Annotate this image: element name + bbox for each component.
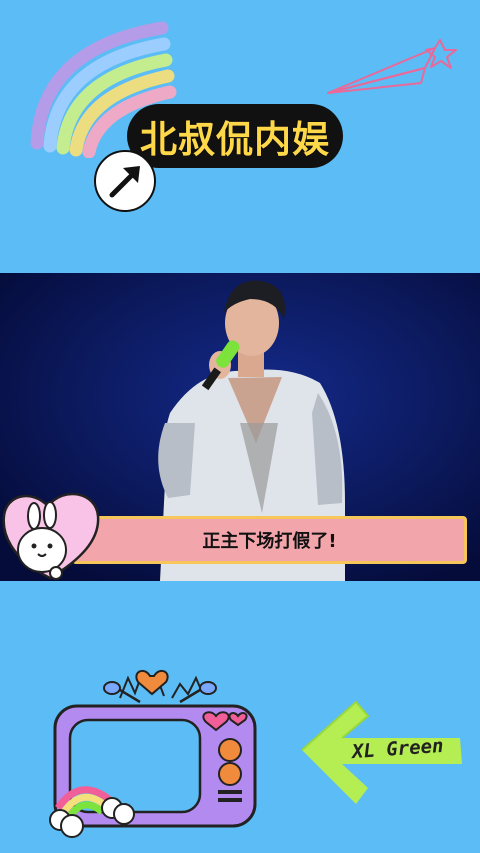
- video-caption-bar: 正主下场打假了!: [72, 516, 467, 564]
- account-title-pill: 北叔侃内娱: [127, 104, 343, 168]
- video-caption: 正主下场打假了!: [202, 531, 337, 552]
- retro-tv-icon: [49, 669, 257, 838]
- account-title: 北叔侃内娱: [140, 118, 330, 161]
- paper-plane-icon: [327, 39, 457, 94]
- arrow-up-right-icon: [94, 150, 156, 212]
- heart-bunny-icon: [2, 492, 100, 580]
